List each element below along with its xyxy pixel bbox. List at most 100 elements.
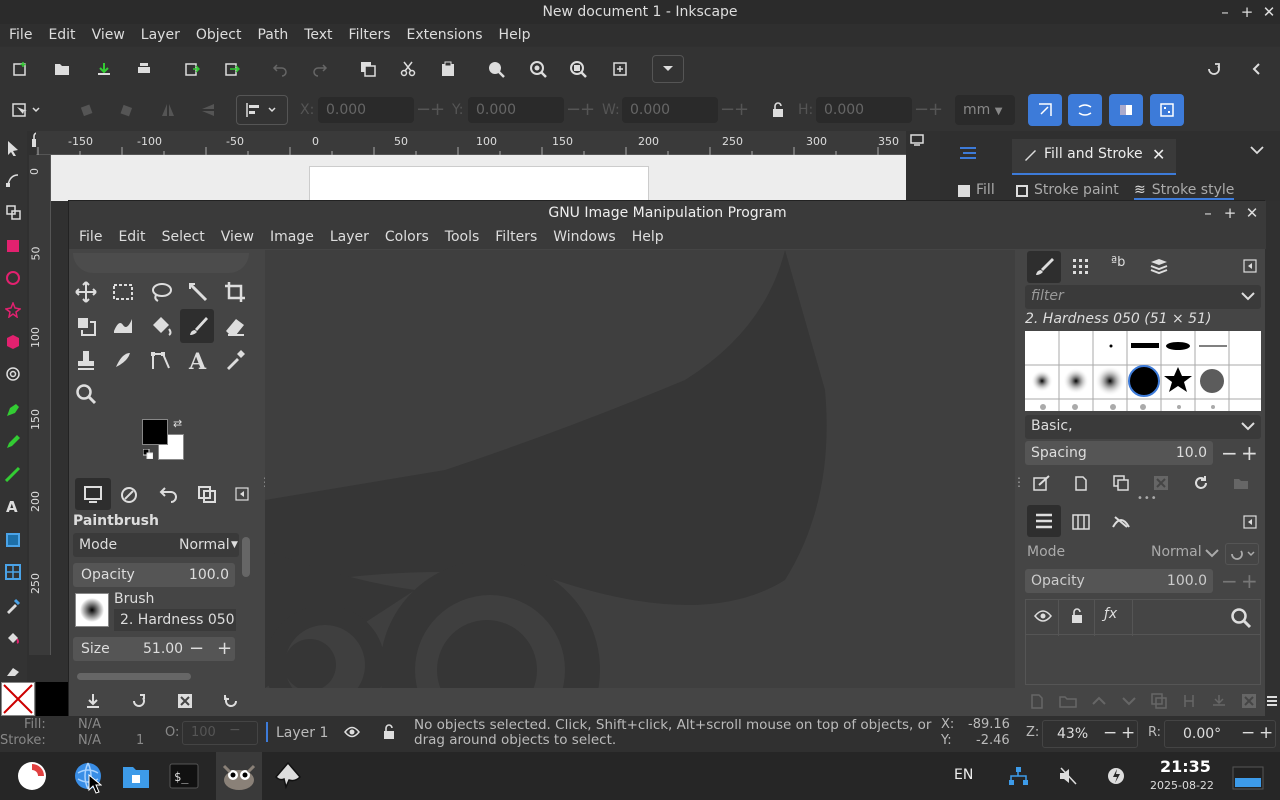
more-options-icon[interactable]: [652, 55, 684, 83]
mode-select[interactable]: Mode Normal ▼: [73, 533, 239, 557]
spacing-slider[interactable]: Spacing 10.0: [1025, 441, 1213, 465]
selector-tool-icon[interactable]: [4, 139, 22, 157]
terminal-icon[interactable]: $_: [166, 758, 202, 794]
stroke-paint-tab[interactable]: Stroke paint: [1016, 182, 1119, 198]
menu-windows[interactable]: Windows: [545, 225, 624, 249]
star-tool-icon[interactable]: [4, 301, 22, 319]
new-layer-icon[interactable]: [1029, 693, 1045, 713]
stroke-width-value[interactable]: 1: [136, 733, 144, 748]
open-icon[interactable]: [48, 55, 76, 83]
delete-layer-icon[interactable]: [1241, 693, 1257, 713]
duplicate-icon[interactable]: [354, 55, 382, 83]
layer-lock-icon[interactable]: [382, 724, 396, 740]
duplicate-layer-icon[interactable]: [1151, 693, 1167, 713]
chevron-down-icon[interactable]: [1250, 145, 1264, 155]
device-status-icon[interactable]: [119, 485, 139, 503]
move-gradients-icon[interactable]: [1109, 94, 1143, 126]
anchor-layer-icon[interactable]: [1211, 693, 1227, 713]
close-button[interactable]: ✕: [1241, 201, 1263, 225]
spacing-increment-button[interactable]: +: [1241, 441, 1258, 465]
rotate-decrement-button[interactable]: −: [1241, 723, 1255, 743]
layer-mode-reset-icon[interactable]: [1225, 543, 1259, 565]
size-decrement-button[interactable]: −: [189, 637, 204, 661]
swap-colors-icon[interactable]: ⇄: [173, 417, 182, 430]
undo-icon[interactable]: [266, 55, 294, 83]
brush-preview[interactable]: [75, 593, 109, 627]
dock-menu-icon[interactable]: [1266, 694, 1278, 708]
dock-menu-icon[interactable]: [235, 487, 249, 501]
fill-indicator[interactable]: [1, 682, 35, 716]
save-icon[interactable]: [90, 55, 118, 83]
edit-brush-icon[interactable]: [1033, 475, 1051, 491]
x-decrement-button[interactable]: −: [416, 97, 431, 123]
lasso-tool-icon[interactable]: [148, 279, 174, 305]
y-decrement-button[interactable]: −: [566, 97, 581, 123]
brush-grid[interactable]: [1025, 331, 1261, 411]
layer-mode-select[interactable]: Mode Normal: [1025, 541, 1221, 565]
opacity-decrement-button[interactable]: −: [229, 722, 241, 738]
zoom-page-icon[interactable]: [564, 55, 592, 83]
size-increment-button[interactable]: +: [217, 637, 232, 661]
new-layer-group-icon[interactable]: [1059, 693, 1077, 713]
paintbrush-tool-icon[interactable]: [180, 309, 214, 343]
menu-view[interactable]: View: [213, 225, 262, 249]
inkscape-task-icon[interactable]: [270, 758, 306, 794]
menu-text[interactable]: Text: [296, 24, 340, 46]
menu-layer[interactable]: Layer: [322, 225, 377, 249]
export-icon[interactable]: [218, 55, 246, 83]
visibility-eye-icon[interactable]: [1034, 609, 1052, 623]
commands-bar-icon[interactable]: [1200, 55, 1228, 83]
horizontal-scrollbar[interactable]: [77, 673, 191, 680]
x-increment-button[interactable]: +: [430, 97, 445, 123]
stroke-indicator[interactable]: [36, 682, 68, 716]
y-field[interactable]: 0.000: [468, 97, 564, 123]
default-colors-icon[interactable]: [143, 449, 153, 459]
rotate-ccw-icon[interactable]: [72, 96, 100, 124]
text-tool-icon[interactable]: A: [185, 347, 211, 373]
power-icon[interactable]: [1106, 766, 1126, 786]
tweak-tool-icon[interactable]: [4, 203, 22, 221]
h-field[interactable]: 0.000: [816, 97, 912, 123]
network-icon[interactable]: [1008, 766, 1028, 786]
save-options-icon[interactable]: [85, 693, 101, 709]
ellipse-tool-icon[interactable]: [4, 269, 22, 287]
paint-bucket-tool-icon[interactable]: [4, 629, 22, 647]
unified-transform-tool-icon[interactable]: [73, 313, 99, 339]
bucket-fill-tool-icon[interactable]: [148, 313, 174, 339]
paths-tool-icon[interactable]: [148, 347, 174, 373]
collapse-panel-icon[interactable]: [1242, 55, 1270, 83]
delete-brush-icon[interactable]: [1153, 475, 1169, 491]
menu-colors[interactable]: Colors: [377, 225, 437, 249]
delete-options-icon[interactable]: [177, 693, 193, 709]
menu-filters[interactable]: Filters: [341, 24, 399, 46]
redo-icon[interactable]: [306, 55, 334, 83]
calligraphy-tool-icon[interactable]: [4, 465, 22, 483]
menu-edit[interactable]: Edit: [110, 225, 153, 249]
maximize-button[interactable]: +: [1236, 0, 1258, 24]
rotate-increment-button[interactable]: +: [1259, 723, 1273, 743]
lock-icon[interactable]: [764, 96, 792, 124]
patterns-tab-icon[interactable]: [1071, 257, 1091, 277]
menu-extensions[interactable]: Extensions: [399, 24, 491, 46]
merge-layer-icon[interactable]: [1181, 693, 1197, 713]
zoom-fit-icon[interactable]: [606, 55, 634, 83]
fill-tab[interactable]: Fill: [958, 182, 995, 198]
brush-name-field[interactable]: 2. Hardness 050: [114, 609, 236, 631]
keyboard-layout[interactable]: EN: [954, 767, 973, 783]
app-launcher-icon[interactable]: [14, 758, 50, 794]
rect-select-tool-icon[interactable]: [110, 279, 136, 305]
spiral-tool-icon[interactable]: [4, 365, 22, 383]
menu-filters[interactable]: Filters: [487, 225, 545, 249]
clock-time[interactable]: 21:35: [1160, 757, 1211, 776]
mesh-tool-icon[interactable]: [4, 563, 22, 581]
dock-menu-icon[interactable]: [1243, 515, 1257, 529]
w-field[interactable]: 0.000: [622, 97, 718, 123]
stroke-style-tab[interactable]: ≋ Stroke style: [1134, 182, 1235, 200]
h-decrement-button[interactable]: −: [914, 97, 929, 123]
flip-horizontal-icon[interactable]: [154, 96, 182, 124]
dock-split-handle[interactable]: •••: [1137, 493, 1158, 504]
volume-muted-icon[interactable]: [1058, 766, 1078, 786]
menu-help[interactable]: Help: [624, 225, 672, 249]
zoom-in-button[interactable]: +: [1121, 723, 1135, 743]
layers-list[interactable]: [1025, 635, 1261, 685]
